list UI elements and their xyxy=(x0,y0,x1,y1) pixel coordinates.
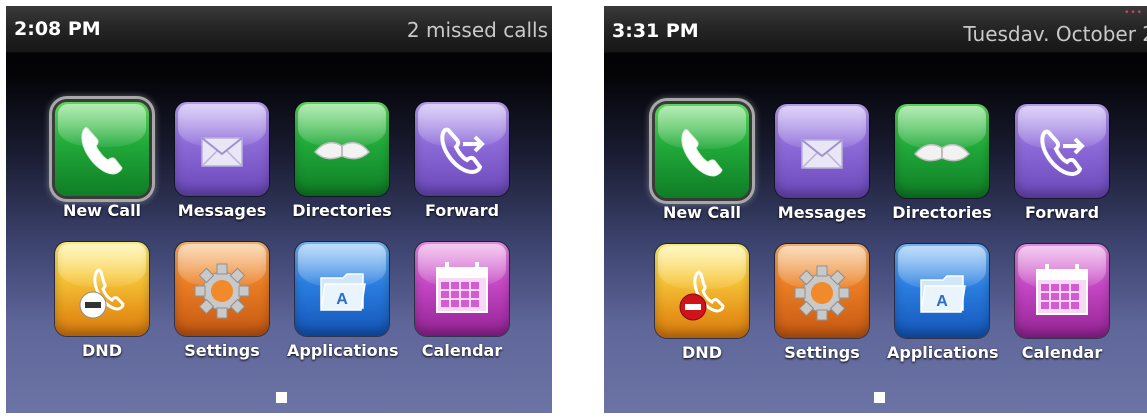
app-new-call[interactable]: New Call xyxy=(47,102,157,220)
app-calendar[interactable]: Calendar xyxy=(1007,244,1117,362)
app-label: Forward xyxy=(424,201,500,220)
app-label: Calendar xyxy=(1021,343,1103,362)
app-label: Settings xyxy=(784,343,860,362)
applications-tile[interactable]: A xyxy=(295,242,389,336)
date-status: Tuesdav. October 2 xyxy=(963,22,1147,46)
app-label: Calendar xyxy=(421,341,503,360)
svg-text:A: A xyxy=(936,293,948,310)
messages-tile[interactable] xyxy=(175,102,269,196)
do-not-disturb-icon xyxy=(79,268,125,319)
app-calendar[interactable]: Calendar xyxy=(407,242,517,360)
applications-folder-icon: A xyxy=(920,275,966,313)
phone-icon xyxy=(681,129,723,177)
app-directories[interactable]: Directories xyxy=(287,102,397,220)
app-directories[interactable]: Directories xyxy=(887,104,997,222)
app-label: DND xyxy=(682,343,722,362)
book-icon xyxy=(913,143,971,162)
page-indicator[interactable] xyxy=(874,392,885,403)
app-label: Applications xyxy=(887,343,999,362)
app-settings[interactable]: Settings xyxy=(767,244,877,362)
calendar-tile[interactable] xyxy=(1015,244,1109,338)
status-bar: 3:31 PM Tuesdav. October 2 ••• xyxy=(604,6,1147,53)
gear-icon xyxy=(794,265,850,321)
applications-folder-icon: A xyxy=(320,273,366,311)
applications-tile[interactable]: A xyxy=(895,244,989,338)
app-settings[interactable]: Settings xyxy=(167,242,277,360)
svg-text:A: A xyxy=(336,291,348,308)
clock-time: 3:31 PM xyxy=(612,20,699,42)
app-label: New Call xyxy=(662,203,742,222)
app-new-call[interactable]: New Call xyxy=(647,104,757,222)
app-applications[interactable]: A Applications xyxy=(887,244,999,362)
app-label: Applications xyxy=(287,341,399,360)
calendar-icon xyxy=(1036,264,1088,315)
messages-tile[interactable] xyxy=(775,104,869,198)
forward-call-icon xyxy=(440,127,485,175)
phone-icon xyxy=(81,127,123,175)
app-messages[interactable]: Messages xyxy=(167,102,277,220)
missed-calls-status[interactable]: 2 missed calls xyxy=(407,18,548,42)
corner-marker-icon: ••• xyxy=(1124,8,1143,18)
dnd-tile[interactable] xyxy=(655,244,749,338)
settings-tile[interactable] xyxy=(175,242,269,336)
app-forward[interactable]: Forward xyxy=(407,102,517,220)
clock-time: 2:08 PM xyxy=(14,18,101,40)
app-label: DND xyxy=(82,341,122,360)
app-dnd[interactable]: DND xyxy=(47,242,157,360)
dnd-tile[interactable] xyxy=(55,242,149,336)
app-label: Directories xyxy=(892,203,992,222)
calendar-icon xyxy=(436,262,488,313)
directories-tile[interactable] xyxy=(895,104,989,198)
phone-screen-left: 2:08 PM 2 missed calls New Call Messages xyxy=(6,6,552,413)
forward-tile[interactable] xyxy=(415,102,509,196)
app-dnd[interactable]: DND xyxy=(647,244,757,362)
app-label: Settings xyxy=(184,341,260,360)
phone-screen-right: 3:31 PM Tuesdav. October 2 ••• New Call … xyxy=(604,6,1147,413)
settings-tile[interactable] xyxy=(775,244,869,338)
gear-icon xyxy=(194,263,250,319)
page-indicator[interactable] xyxy=(276,392,287,403)
app-label: Directories xyxy=(292,201,392,220)
directories-tile[interactable] xyxy=(295,102,389,196)
envelope-icon xyxy=(801,139,843,169)
book-icon xyxy=(313,141,371,160)
envelope-icon xyxy=(201,137,243,167)
forward-call-icon xyxy=(1040,129,1085,177)
app-label: Messages xyxy=(177,201,267,220)
app-forward[interactable]: Forward xyxy=(1007,104,1117,222)
app-label: New Call xyxy=(62,201,142,220)
status-bar: 2:08 PM 2 missed calls xyxy=(6,6,552,53)
new-call-tile[interactable] xyxy=(655,104,749,198)
calendar-tile[interactable] xyxy=(415,242,509,336)
forward-tile[interactable] xyxy=(1015,104,1109,198)
app-label: Messages xyxy=(777,203,867,222)
new-call-tile[interactable] xyxy=(55,102,149,196)
app-applications[interactable]: A Applications xyxy=(287,242,399,360)
app-label: Forward xyxy=(1024,203,1100,222)
do-not-disturb-icon xyxy=(679,270,725,321)
app-messages[interactable]: Messages xyxy=(767,104,877,222)
